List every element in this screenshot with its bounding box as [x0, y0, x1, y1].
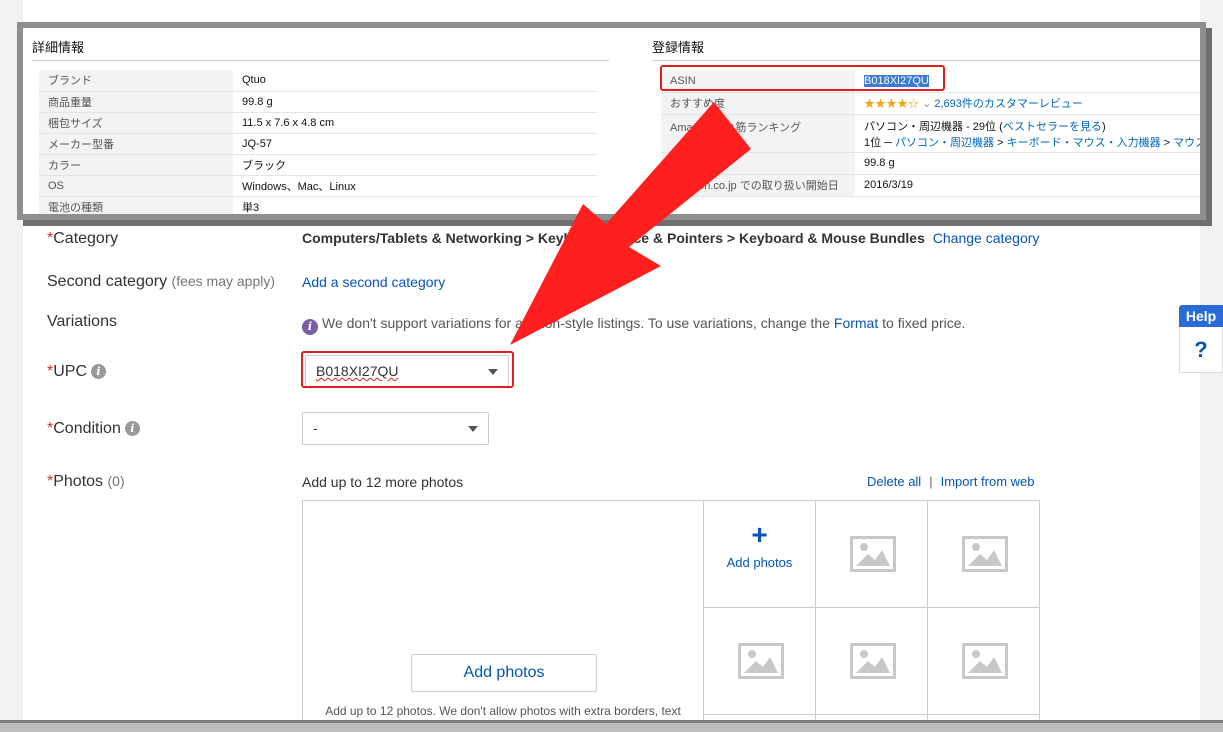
bottom-edge — [0, 723, 1223, 732]
annotation-arrow-icon — [510, 102, 751, 345]
screen: *Category Computers/Tablets & Networking… — [0, 0, 1223, 732]
